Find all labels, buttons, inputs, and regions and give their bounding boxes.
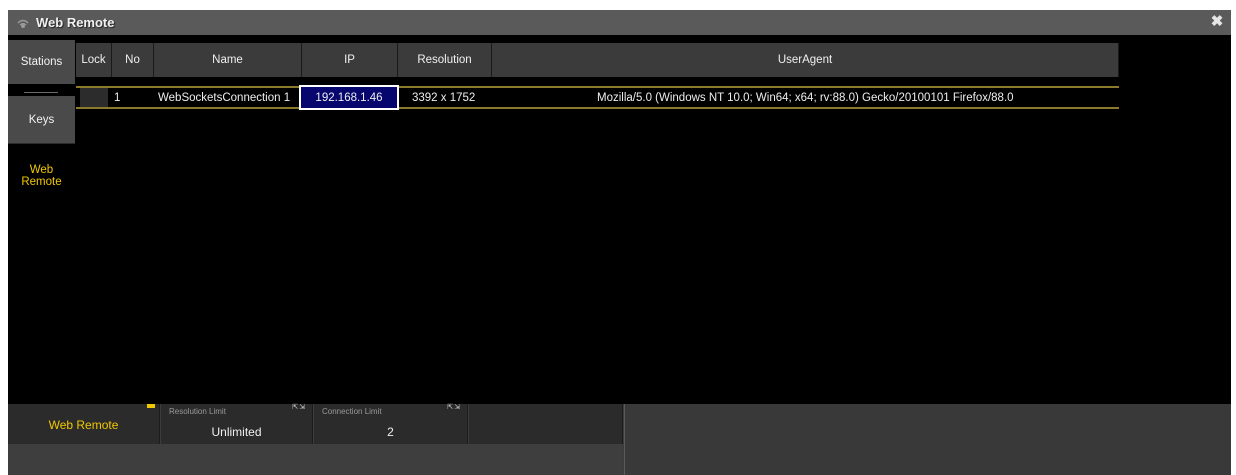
- cell-resolution-value: 3392 x 1752: [412, 91, 476, 104]
- bottom-title: Web Remote: [48, 418, 119, 432]
- web-remote-window: Web Remote ✖ Stations Keys Web Remote Lo…: [8, 10, 1231, 475]
- expand-arrows-icon: ⇱⇲: [447, 404, 461, 411]
- tab-keys[interactable]: Keys: [8, 96, 75, 144]
- column-header-lock-label: Lock: [81, 54, 106, 66]
- close-icon[interactable]: ✖: [1209, 14, 1225, 30]
- cell-resolution[interactable]: 3392 x 1752: [412, 88, 492, 107]
- expand-arrows-icon: ⇱⇲: [292, 404, 306, 411]
- resolution-limit-value: Unlimited: [211, 425, 262, 439]
- web-remote-settings-button[interactable]: Web Remote: [8, 404, 160, 444]
- sidebar: Stations Keys Web Remote: [8, 40, 75, 405]
- title-bar[interactable]: Web Remote ✖: [8, 10, 1231, 35]
- web-remote-icon: [17, 19, 29, 28]
- cell-no[interactable]: 1: [114, 88, 144, 107]
- column-header-name-label: Name: [212, 54, 243, 66]
- cell-useragent-value: Mozilla/5.0 (Windows NT 10.0; Win64; x64…: [597, 91, 1014, 104]
- column-header-no-label: No: [125, 54, 140, 66]
- column-header-useragent-label: UserAgent: [777, 54, 833, 66]
- bottom-right-panel: [624, 404, 1231, 475]
- connection-limit-button[interactable]: Connection Limit ⇱⇲ 2: [314, 404, 468, 444]
- tab-keys-label: Keys: [28, 114, 55, 126]
- tab-web-remote-label: Web Remote: [21, 164, 62, 188]
- column-header-useragent[interactable]: UserAgent: [492, 43, 1119, 77]
- cell-name[interactable]: WebSocketsConnection 1: [158, 88, 302, 107]
- connection-limit-label: Connection Limit: [322, 407, 382, 416]
- tab-web-remote[interactable]: Web Remote: [8, 156, 75, 196]
- column-header-name[interactable]: Name: [154, 43, 302, 77]
- column-header-lock[interactable]: Lock: [76, 43, 112, 77]
- corner-indicator: [147, 404, 155, 408]
- cell-no-value: 1: [114, 91, 121, 104]
- cell-name-value: WebSocketsConnection 1: [158, 91, 291, 104]
- sidebar-divider: [24, 92, 58, 93]
- column-header-ip-label: IP: [344, 54, 355, 66]
- cell-lock[interactable]: [80, 88, 108, 107]
- column-header-resolution-label: Resolution: [417, 54, 472, 66]
- tab-stations-label: Stations: [20, 56, 63, 68]
- resolution-limit-button[interactable]: Resolution Limit ⇱⇲ Unlimited: [161, 404, 313, 444]
- window-title: Web Remote: [36, 15, 115, 30]
- cell-useragent[interactable]: Mozilla/5.0 (Windows NT 10.0; Win64; x64…: [597, 88, 1117, 107]
- cell-ip-value: 192.168.1.46: [315, 91, 383, 104]
- column-header-resolution[interactable]: Resolution: [398, 43, 492, 77]
- resolution-limit-label: Resolution Limit: [169, 407, 226, 416]
- table-row[interactable]: 1 WebSocketsConnection 1 192.168.1.46 33…: [76, 85, 1119, 110]
- column-header-ip[interactable]: IP: [302, 43, 398, 77]
- cell-ip-selected[interactable]: 192.168.1.46: [299, 85, 399, 110]
- empty-toolbar-slot[interactable]: [469, 404, 623, 444]
- connection-limit-value: 2: [387, 425, 394, 439]
- tab-stations[interactable]: Stations: [8, 40, 75, 84]
- bottom-strip: [8, 444, 623, 475]
- bottom-toolbar: Web Remote Resolution Limit ⇱⇲ Unlimited…: [8, 404, 1231, 475]
- column-header-no[interactable]: No: [112, 43, 154, 77]
